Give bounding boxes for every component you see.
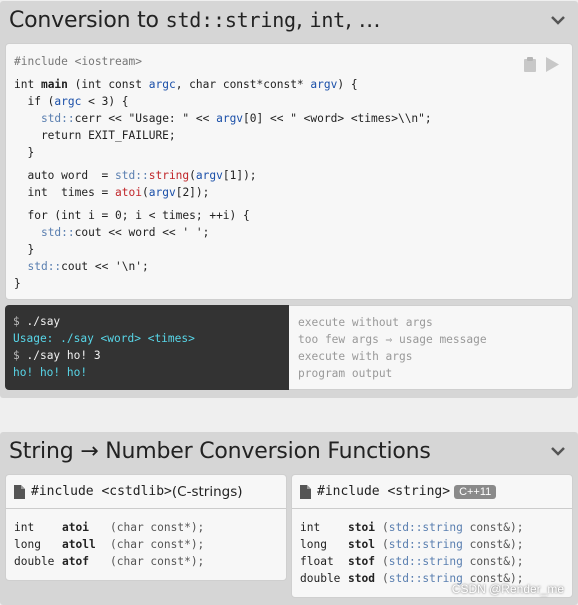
function-list: int atoi (char const*); long atoll (char con… <box>14 519 204 570</box>
play-icon[interactable] <box>544 56 560 73</box>
code-line: std::cout << word << ' '; <box>40 226 210 239</box>
code-line: if (argc < 3) { <box>14 95 129 108</box>
note-item: too few args ⇒ usage message <box>298 333 487 346</box>
terminal-line: Usage: ./say <word> <times> <box>13 332 195 345</box>
code-line: return EXIT_FAILURE; <box>14 129 176 142</box>
code-line: auto word = std::string(argv[1]); <box>14 169 257 182</box>
function-row: int atoi (char const*); <box>14 521 205 534</box>
code-text: #include <iostream> int main (int const a… <box>14 53 432 292</box>
note-item: execute without args <box>298 316 433 329</box>
code-block: #include <iostream> int main (int const a… <box>5 43 573 300</box>
conversion-panel: Conversion to std::string, int, … #inclu… <box>0 1 578 398</box>
document-icon <box>300 484 311 499</box>
function-row: float stof (std::string const&); <box>300 555 524 568</box>
chevron-down-icon[interactable] <box>550 443 566 459</box>
code-include: #include <iostream> <box>14 55 142 68</box>
panel-title: String → Number Conversion Functions <box>9 438 431 464</box>
string-card: #include <string> C++11 int stoi (std::stri… <box>291 474 573 598</box>
card-header: #include <string> C++11 <box>292 475 572 509</box>
function-row: double atof (char const*); <box>14 555 205 568</box>
code-line: std::cout << '\n'; <box>27 260 149 273</box>
panel-header[interactable]: Conversion to std::string, int, … <box>0 1 578 39</box>
card-header: #include <cstdlib> (C-strings) <box>6 475 286 509</box>
code-line: } <box>14 277 21 290</box>
document-icon <box>14 484 25 499</box>
function-list: int stoi (std::string const&); long stol (st… <box>300 519 523 587</box>
panel-header[interactable]: String → Number Conversion Functions <box>0 432 578 470</box>
terminal-output: $ ./say Usage: ./say <word> <times> $ ./sa… <box>5 305 289 390</box>
panel-title: Conversion to std::string, int, … <box>9 7 381 33</box>
clipboard-icon[interactable] <box>523 56 537 73</box>
code-line: std::cerr << "Usage: " << argv[0] << " <… <box>40 112 432 125</box>
cstdlib-card: #include <cstdlib> (C-strings) int atoi (c… <box>5 474 287 581</box>
terminal-line: ho! ho! ho! <box>13 366 88 379</box>
code-line: for (int i = 0; i < times; ++i) { <box>14 209 250 222</box>
chevron-down-icon[interactable] <box>550 12 566 28</box>
note-item: program output <box>298 367 393 380</box>
note-item: execute with args <box>298 350 413 363</box>
code-line: int main (int const argc, char const*con… <box>14 78 358 91</box>
number-conversion-panel: String → Number Conversion Functions #in… <box>0 432 578 605</box>
function-row: int stoi (std::string const&); <box>300 521 524 534</box>
code-line: } <box>14 243 35 256</box>
cpp11-badge: C++11 <box>454 484 497 499</box>
terminal-line: $ ./say ho! 3 <box>13 349 101 362</box>
function-row: long stol (std::string const&); <box>300 538 524 551</box>
code-line: int times = atoi(argv[2]); <box>14 186 210 199</box>
terminal-notes: execute without args too few args ⇒ usage… <box>289 305 573 390</box>
terminal-line: $ ./say <box>13 315 61 328</box>
function-row: long atoll (char const*); <box>14 538 205 551</box>
watermark: CSDN @Render_me <box>451 582 564 596</box>
code-line: } <box>14 146 35 159</box>
